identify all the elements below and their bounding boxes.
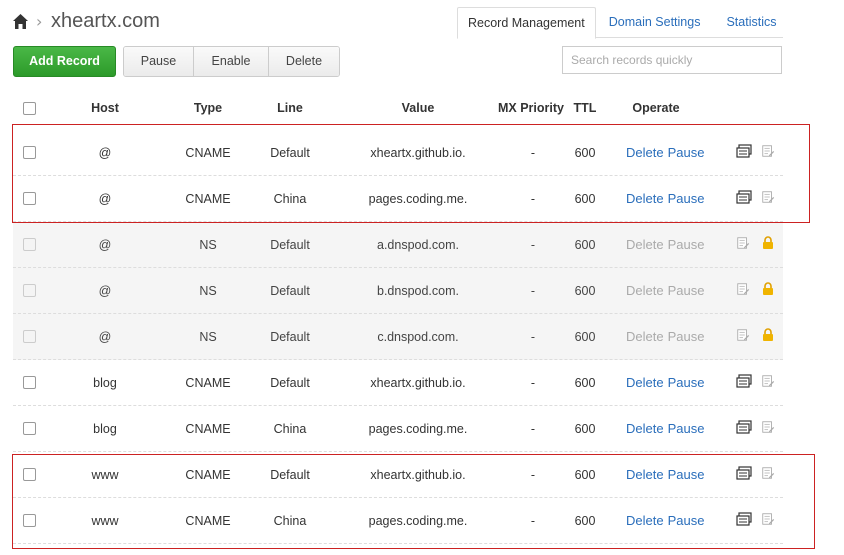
row-icons (736, 328, 777, 342)
edit-note-icon (736, 328, 752, 342)
line-cell: Default (270, 376, 310, 390)
remark-icon[interactable] (736, 374, 752, 388)
operate-cell: Delete Pause (626, 283, 708, 298)
bulk-action-group: Pause Enable Delete (123, 46, 340, 77)
row-checkbox (23, 238, 36, 251)
host-cell: @ (98, 284, 112, 298)
highlight-box-www (12, 454, 815, 549)
table-row: @ NS Default a.dnspod.com. - 600 Delete P… (13, 222, 783, 268)
line-cell: Default (270, 238, 310, 252)
delete-record-link[interactable]: Delete (626, 375, 664, 390)
host-cell: @ (98, 330, 112, 344)
delete-record-link[interactable]: Delete (626, 421, 664, 436)
tab-statistics[interactable]: Statistics (713, 7, 789, 37)
tab-bar: Record Management Domain Settings Statis… (457, 7, 789, 39)
lock-icon (761, 282, 777, 296)
delete-record-link: Delete (626, 329, 664, 344)
column-operate: Operate (632, 101, 680, 115)
edit-note-icon (736, 282, 752, 296)
row-checkbox (23, 330, 36, 343)
operate-cell: Delete Pause (626, 421, 708, 436)
pause-record-link[interactable]: Pause (668, 421, 705, 436)
delete-record-link: Delete (626, 283, 664, 298)
mx-priority-cell: - (530, 376, 536, 390)
table-header: Host Type Line Value MX Priority TTL Ope… (13, 93, 783, 123)
pause-record-link: Pause (667, 283, 705, 298)
lock-icon (761, 328, 777, 342)
ttl-cell: 600 (574, 238, 596, 252)
home-icon[interactable] (12, 13, 29, 30)
pause-button[interactable]: Pause (124, 47, 194, 76)
mx-priority-cell: - (530, 284, 536, 298)
type-cell: NS (199, 284, 217, 298)
domain-title: xheartx.com (51, 10, 160, 32)
operate-cell: Delete Pause (626, 237, 708, 252)
mx-priority-cell: - (530, 422, 536, 436)
remark-icon[interactable] (736, 420, 752, 434)
pause-record-link[interactable]: Pause (668, 375, 705, 390)
host-cell: blog (93, 422, 117, 436)
row-checkbox[interactable] (23, 376, 36, 389)
ttl-cell: 600 (574, 330, 596, 344)
row-icons (736, 420, 777, 434)
type-cell: CNAME (185, 376, 231, 390)
value-cell: c.dnspod.com. (377, 330, 459, 344)
tab-domain-settings[interactable]: Domain Settings (596, 7, 714, 37)
tab-record-management[interactable]: Record Management (457, 7, 596, 39)
table-row: @ NS Default c.dnspod.com. - 600 Delete P… (13, 314, 783, 360)
row-icons (736, 374, 777, 388)
enable-button[interactable]: Enable (194, 47, 269, 76)
row-checkbox (23, 284, 36, 297)
column-mx-priority: MX Priority (498, 101, 564, 115)
delete-record-link: Delete (626, 237, 664, 252)
ttl-cell: 600 (574, 422, 596, 436)
pause-record-link: Pause (667, 329, 705, 344)
table-row: @ NS Default b.dnspod.com. - 600 Delete P… (13, 268, 783, 314)
line-cell: China (273, 422, 307, 436)
edit-note-icon (736, 236, 752, 250)
type-cell: NS (199, 238, 217, 252)
column-value: Value (401, 101, 435, 115)
table-row: blog CNAME China pages.coding.me. - 600 … (13, 406, 783, 452)
table-row: blog CNAME Default xheartx.github.io. - … (13, 360, 783, 406)
column-ttl: TTL (573, 101, 597, 115)
ttl-cell: 600 (574, 376, 596, 390)
mx-priority-cell: - (530, 238, 536, 252)
host-cell: @ (98, 238, 112, 252)
row-checkbox[interactable] (23, 422, 36, 435)
add-record-button[interactable]: Add Record (13, 46, 116, 77)
ttl-cell: 600 (574, 284, 596, 298)
breadcrumb-separator: › (36, 12, 43, 31)
type-cell: NS (199, 330, 217, 344)
row-icons (736, 236, 777, 250)
value-cell: b.dnspod.com. (377, 284, 459, 298)
type-cell: CNAME (185, 422, 231, 436)
operate-cell: Delete Pause (626, 375, 708, 390)
highlight-box-root (12, 124, 810, 223)
column-line: Line (277, 101, 303, 115)
delete-button[interactable]: Delete (269, 47, 339, 76)
mx-priority-cell: - (530, 330, 536, 344)
column-host: Host (91, 101, 119, 115)
search-input[interactable] (562, 46, 782, 74)
value-cell: pages.coding.me. (368, 422, 468, 436)
operate-cell: Delete Pause (626, 329, 708, 344)
column-type: Type (193, 101, 223, 115)
line-cell: Default (270, 284, 310, 298)
value-cell: xheartx.github.io. (370, 376, 466, 390)
lock-icon (761, 236, 777, 250)
host-cell: blog (93, 376, 117, 390)
edit-note-icon[interactable] (761, 374, 777, 388)
pause-record-link: Pause (667, 237, 705, 252)
value-cell: a.dnspod.com. (377, 238, 459, 252)
row-icons (736, 282, 777, 296)
line-cell: Default (270, 330, 310, 344)
top-bar: › xheartx.com Record Management Domain S… (0, 0, 844, 44)
edit-note-icon[interactable] (761, 420, 777, 434)
